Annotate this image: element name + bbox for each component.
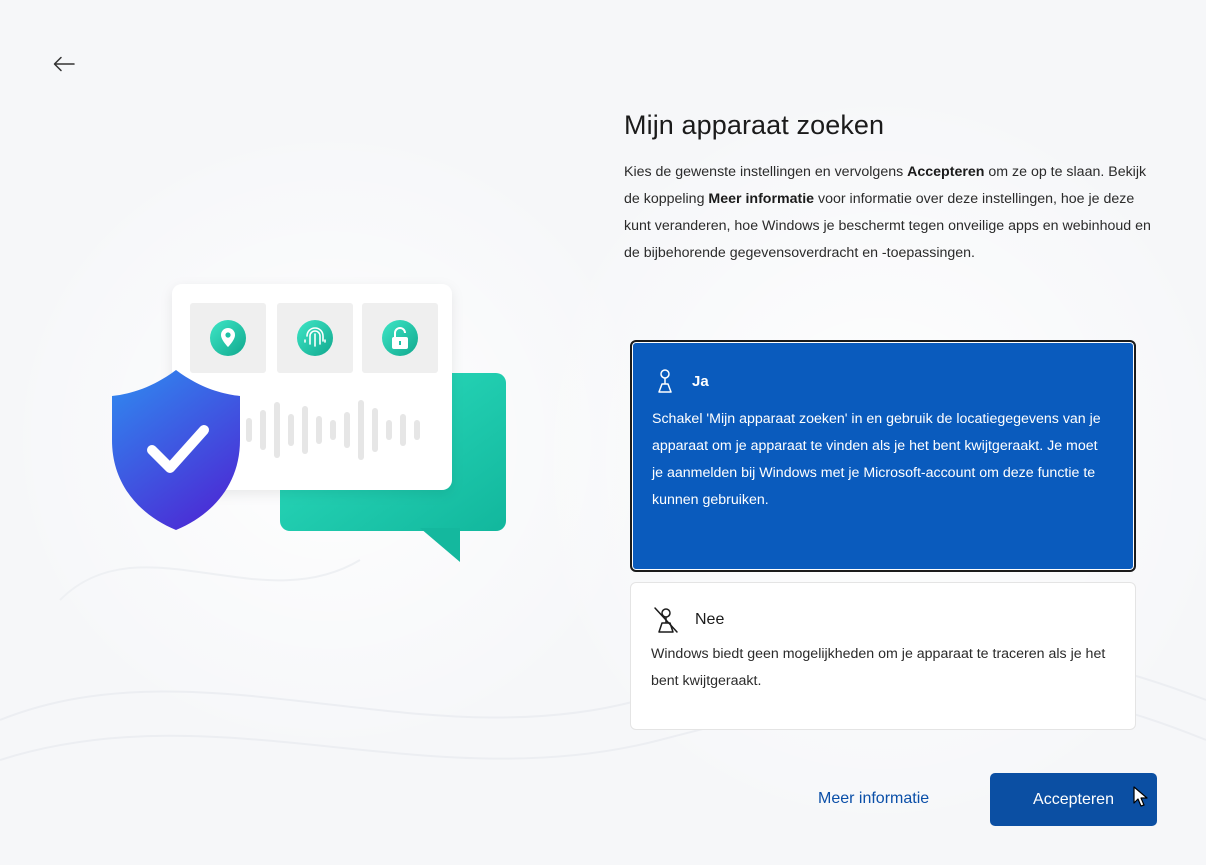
location-person-icon	[658, 369, 672, 393]
accept-reference: Accepteren	[907, 164, 985, 180]
page-title: Mijn apparaat zoeken	[624, 110, 885, 140]
option-yes[interactable]: Ja Schakel 'Mijn apparaat zoeken' in en …	[630, 340, 1136, 572]
option-no-title: Nee	[695, 611, 725, 628]
back-button[interactable]	[44, 44, 84, 84]
fingerprint-icon	[297, 320, 333, 356]
content-panel: Mijn apparaat zoeken Kies de gewenste in…	[624, 110, 1164, 267]
option-no-description: Windows biedt geen mogelijkheden om je a…	[651, 646, 1106, 689]
arrow-left-icon	[53, 56, 75, 72]
more-info-link[interactable]: Meer informatie	[818, 790, 929, 808]
option-no[interactable]: Nee Windows biedt geen mogelijkheden om …	[630, 582, 1136, 730]
location-person-off-icon	[654, 607, 678, 633]
more-info-reference: Meer informatie	[708, 191, 815, 207]
location-pin-icon	[210, 320, 246, 356]
option-yes-title: Ja	[692, 372, 709, 390]
illustration	[112, 284, 506, 562]
unlock-icon	[382, 320, 418, 356]
shield-check-icon	[112, 370, 240, 530]
description: Kies de gewenste instellingen en vervolg…	[624, 164, 1151, 261]
option-yes-description: Schakel 'Mijn apparaat zoeken' in en geb…	[652, 411, 1101, 508]
accept-button[interactable]: Accepteren	[990, 773, 1157, 826]
